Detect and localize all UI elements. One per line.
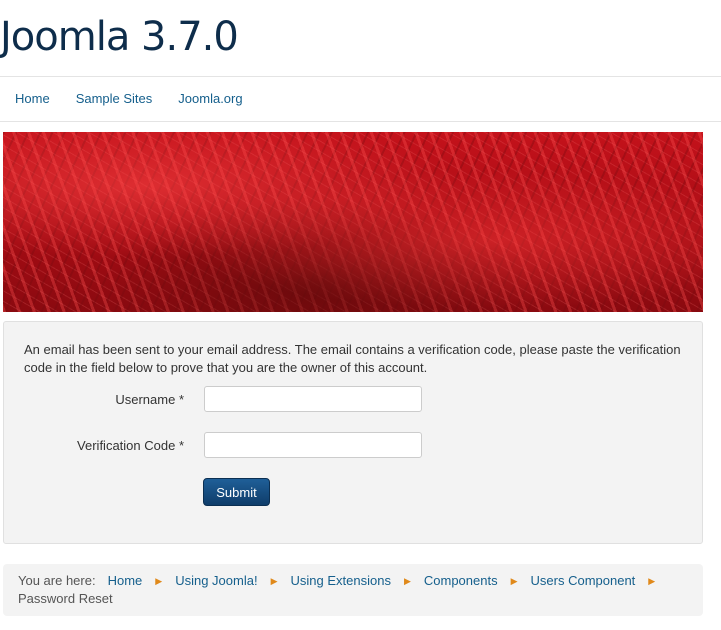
- triangle-right-icon: ▶: [648, 576, 656, 586]
- main-nav: Home Sample Sites Joomla.org: [15, 91, 243, 106]
- breadcrumb-prefix: You are here:: [18, 573, 96, 588]
- breadcrumb-link-home[interactable]: Home: [108, 573, 143, 588]
- breadcrumb-link-using-joomla[interactable]: Using Joomla!: [175, 573, 257, 588]
- username-input[interactable]: [204, 386, 422, 412]
- triangle-right-icon: ▶: [403, 576, 411, 586]
- triangle-right-icon: ▶: [155, 576, 163, 586]
- verification-message: An email has been sent to your email add…: [24, 342, 681, 375]
- triangle-right-icon: ▶: [270, 576, 278, 586]
- submit-button[interactable]: Submit: [203, 478, 270, 506]
- breadcrumb-current: Password Reset: [18, 591, 113, 606]
- nav-item-home[interactable]: Home: [15, 91, 50, 106]
- nav-item-joomla-org[interactable]: Joomla.org: [178, 91, 242, 106]
- username-label: Username *: [115, 392, 184, 407]
- breadcrumb: You are here: Home ▶ Using Joomla! ▶ Usi…: [3, 564, 703, 616]
- nav-divider: [0, 121, 721, 122]
- reset-confirm-form: An email has been sent to your email add…: [3, 321, 703, 544]
- verification-code-input[interactable]: [204, 432, 422, 458]
- triangle-right-icon: ▶: [510, 576, 518, 586]
- nav-item-sample-sites[interactable]: Sample Sites: [76, 91, 153, 106]
- breadcrumb-link-users-component[interactable]: Users Component: [531, 573, 636, 588]
- verification-code-label: Verification Code *: [77, 438, 184, 453]
- header-divider: [0, 76, 721, 77]
- breadcrumb-link-components[interactable]: Components: [424, 573, 498, 588]
- breadcrumb-link-using-extensions[interactable]: Using Extensions: [291, 573, 391, 588]
- banner-image: [3, 132, 703, 312]
- site-title[interactable]: Joomla 3.7.0: [0, 14, 239, 60]
